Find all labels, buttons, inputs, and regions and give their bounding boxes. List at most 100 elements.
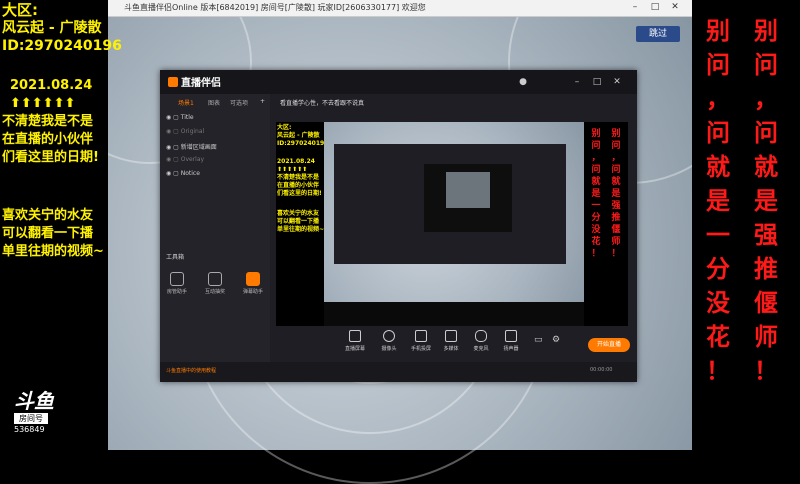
- preview-text: 喜欢关宁的水友: [277, 210, 320, 217]
- maximize-icon[interactable]: □: [590, 76, 604, 89]
- preview-red-col1: 别 问 ， 问 就 是 一 分 没 花 ！: [587, 128, 605, 260]
- button-label: 手机投屏: [410, 346, 431, 352]
- preview-text: 可以翻看一下播: [277, 218, 320, 225]
- preview-char: 是: [591, 189, 601, 199]
- close-icon[interactable]: ✕: [668, 1, 682, 14]
- preview-char: 就: [611, 177, 621, 187]
- camera-icon: [383, 330, 395, 342]
- preview-char: 推: [611, 213, 621, 223]
- screen-capture-button[interactable]: 直播屏幕: [340, 330, 370, 352]
- overlay-char: ！: [706, 357, 730, 385]
- overlay-text: 可以翻看一下播: [2, 226, 94, 241]
- close-icon[interactable]: ✕: [610, 76, 624, 89]
- layer-item[interactable]: ◉ ▢ Title: [166, 114, 194, 121]
- preview-char: 师: [611, 237, 621, 247]
- settings-icon[interactable]: ⚙: [552, 335, 560, 345]
- overlay-char: 是: [706, 187, 730, 215]
- app-titlebar: 直播伴侣 ● – □ ✕: [160, 70, 637, 94]
- minimize-icon[interactable]: –: [628, 1, 642, 14]
- room-manager-tool[interactable]: 房管助手: [164, 272, 190, 295]
- speaker-icon: [505, 330, 517, 342]
- overlay-char: ，: [706, 85, 730, 113]
- preview-char: 一: [591, 201, 601, 211]
- speaker-button[interactable]: 扬声器: [496, 330, 526, 352]
- overlay-char: 别: [706, 17, 730, 45]
- layer-label: Overlay: [180, 156, 205, 163]
- microphone-button[interactable]: 麦克风: [466, 330, 496, 352]
- preview-char: ！: [591, 249, 601, 259]
- app-logo: 直播伴侣: [168, 74, 221, 89]
- monitor-icon: [349, 330, 361, 342]
- overlay-char: 花: [706, 323, 730, 351]
- overlay-red-col1: 别 问 ， 问 就 是 一 分 没 花 ！: [698, 14, 738, 388]
- overlay-char: 是: [754, 187, 778, 215]
- tab-chart[interactable]: 图表: [208, 98, 220, 107]
- layer-item[interactable]: ◉ ▢ Original: [166, 128, 204, 135]
- play-icon: [445, 330, 457, 342]
- overlay-char: 别: [754, 17, 778, 45]
- layer-label: Title: [180, 114, 194, 121]
- overlay-text: 大区:: [2, 1, 38, 19]
- avatar[interactable]: ●: [516, 76, 530, 89]
- overlay-text: 们看这里的日期!: [2, 150, 99, 165]
- phone-cast-button[interactable]: 手机投屏: [406, 330, 436, 352]
- preview-char: 别: [611, 129, 621, 139]
- toolbox-title: 工具箱: [166, 254, 185, 261]
- overlay-char: 就: [706, 153, 730, 181]
- overlay-char: 强: [754, 221, 778, 249]
- button-label: 摄像头: [381, 346, 397, 352]
- layer-item[interactable]: ◉ ▢ 新增区域画面: [166, 142, 217, 151]
- lottery-tool[interactable]: 互动抽奖: [202, 272, 228, 295]
- layer-item[interactable]: ◉ ▢ Notice: [166, 170, 200, 177]
- tool-label: 房管助手: [166, 289, 187, 295]
- window-titlebar: 斗鱼直播伴侣Online 版本[6842019] 房间号[广陵散] 玩家ID[2…: [108, 0, 692, 17]
- preview-char: 偃: [611, 225, 621, 235]
- overlay-char: 师: [754, 323, 778, 351]
- overlay-char: 偃: [754, 289, 778, 317]
- douyu-logo: 斗鱼: [14, 389, 54, 413]
- microphone-icon: [475, 330, 487, 342]
- preview-text: ⬆⬆⬆⬆⬆⬆: [277, 166, 308, 173]
- room-label: 房间号: [14, 413, 48, 424]
- preview-text: 们看这里的日期!: [277, 190, 322, 197]
- tab-options[interactable]: 可选项: [230, 98, 248, 107]
- overlay-text: 在直播的小伙伴: [2, 132, 94, 147]
- preview-text: 2021.08.24: [277, 158, 315, 165]
- maximize-icon[interactable]: □: [648, 1, 662, 14]
- overlay-char: 分: [706, 255, 730, 283]
- preview-text: 在直播的小伙伴: [277, 182, 320, 189]
- tab-scene[interactable]: 场景1: [178, 98, 194, 107]
- phone-icon: [415, 330, 427, 342]
- overlay-char: ！: [754, 357, 778, 385]
- overlay-text: 风云起 - 广陵散: [2, 20, 102, 36]
- media-button[interactable]: 多媒体: [436, 330, 466, 352]
- preview-red-col2: 别 问 ， 问 就 是 强 推 偃 师 ！: [607, 128, 625, 260]
- preview-char: 问: [611, 141, 621, 151]
- preview-char: 别: [591, 129, 601, 139]
- preview-text: ID:2970240196: [277, 140, 329, 147]
- preview-char: 问: [591, 141, 601, 151]
- record-icon[interactable]: ▭: [534, 335, 543, 345]
- douyu-watermark: 斗鱼 房间号 536849: [14, 390, 70, 434]
- preview-char: ！: [611, 249, 621, 259]
- layer-item[interactable]: ◉ ▢ Overlay: [166, 156, 204, 163]
- window-title: 斗鱼直播伴侣Online 版本[6842019] 房间号[广陵散] 玩家ID[2…: [124, 3, 426, 12]
- overlay-text: 单里往期的视频~: [2, 244, 104, 259]
- danmaku-tool[interactable]: 弹幕助手: [240, 272, 266, 295]
- recursive-preview-inner: [446, 172, 490, 208]
- camera-button[interactable]: 摄像头: [374, 330, 404, 352]
- go-live-button[interactable]: 开始直播: [588, 338, 630, 352]
- preview-char: 没: [591, 225, 601, 235]
- preview-char: 分: [591, 213, 601, 223]
- status-bar: 斗鱼直播中的使用教程 00:00:00: [160, 362, 637, 382]
- preview-char: 问: [591, 165, 601, 175]
- overlay-red-col2: 别 问 ， 问 就 是 强 推 偃 师 ！: [746, 14, 786, 388]
- status-notice[interactable]: 斗鱼直播中的使用教程: [166, 367, 216, 374]
- minimize-icon[interactable]: –: [570, 76, 584, 89]
- add-scene-icon[interactable]: +: [260, 98, 265, 105]
- recursive-preview: [424, 164, 512, 232]
- skip-button[interactable]: 跳过: [636, 26, 680, 42]
- danmaku-icon: [246, 272, 260, 286]
- overlay-char: 一: [706, 221, 730, 249]
- stream-preview[interactable]: 大区: 风云起 - 广陵散 ID:2970240196 2021.08.24 ⬆…: [276, 122, 628, 328]
